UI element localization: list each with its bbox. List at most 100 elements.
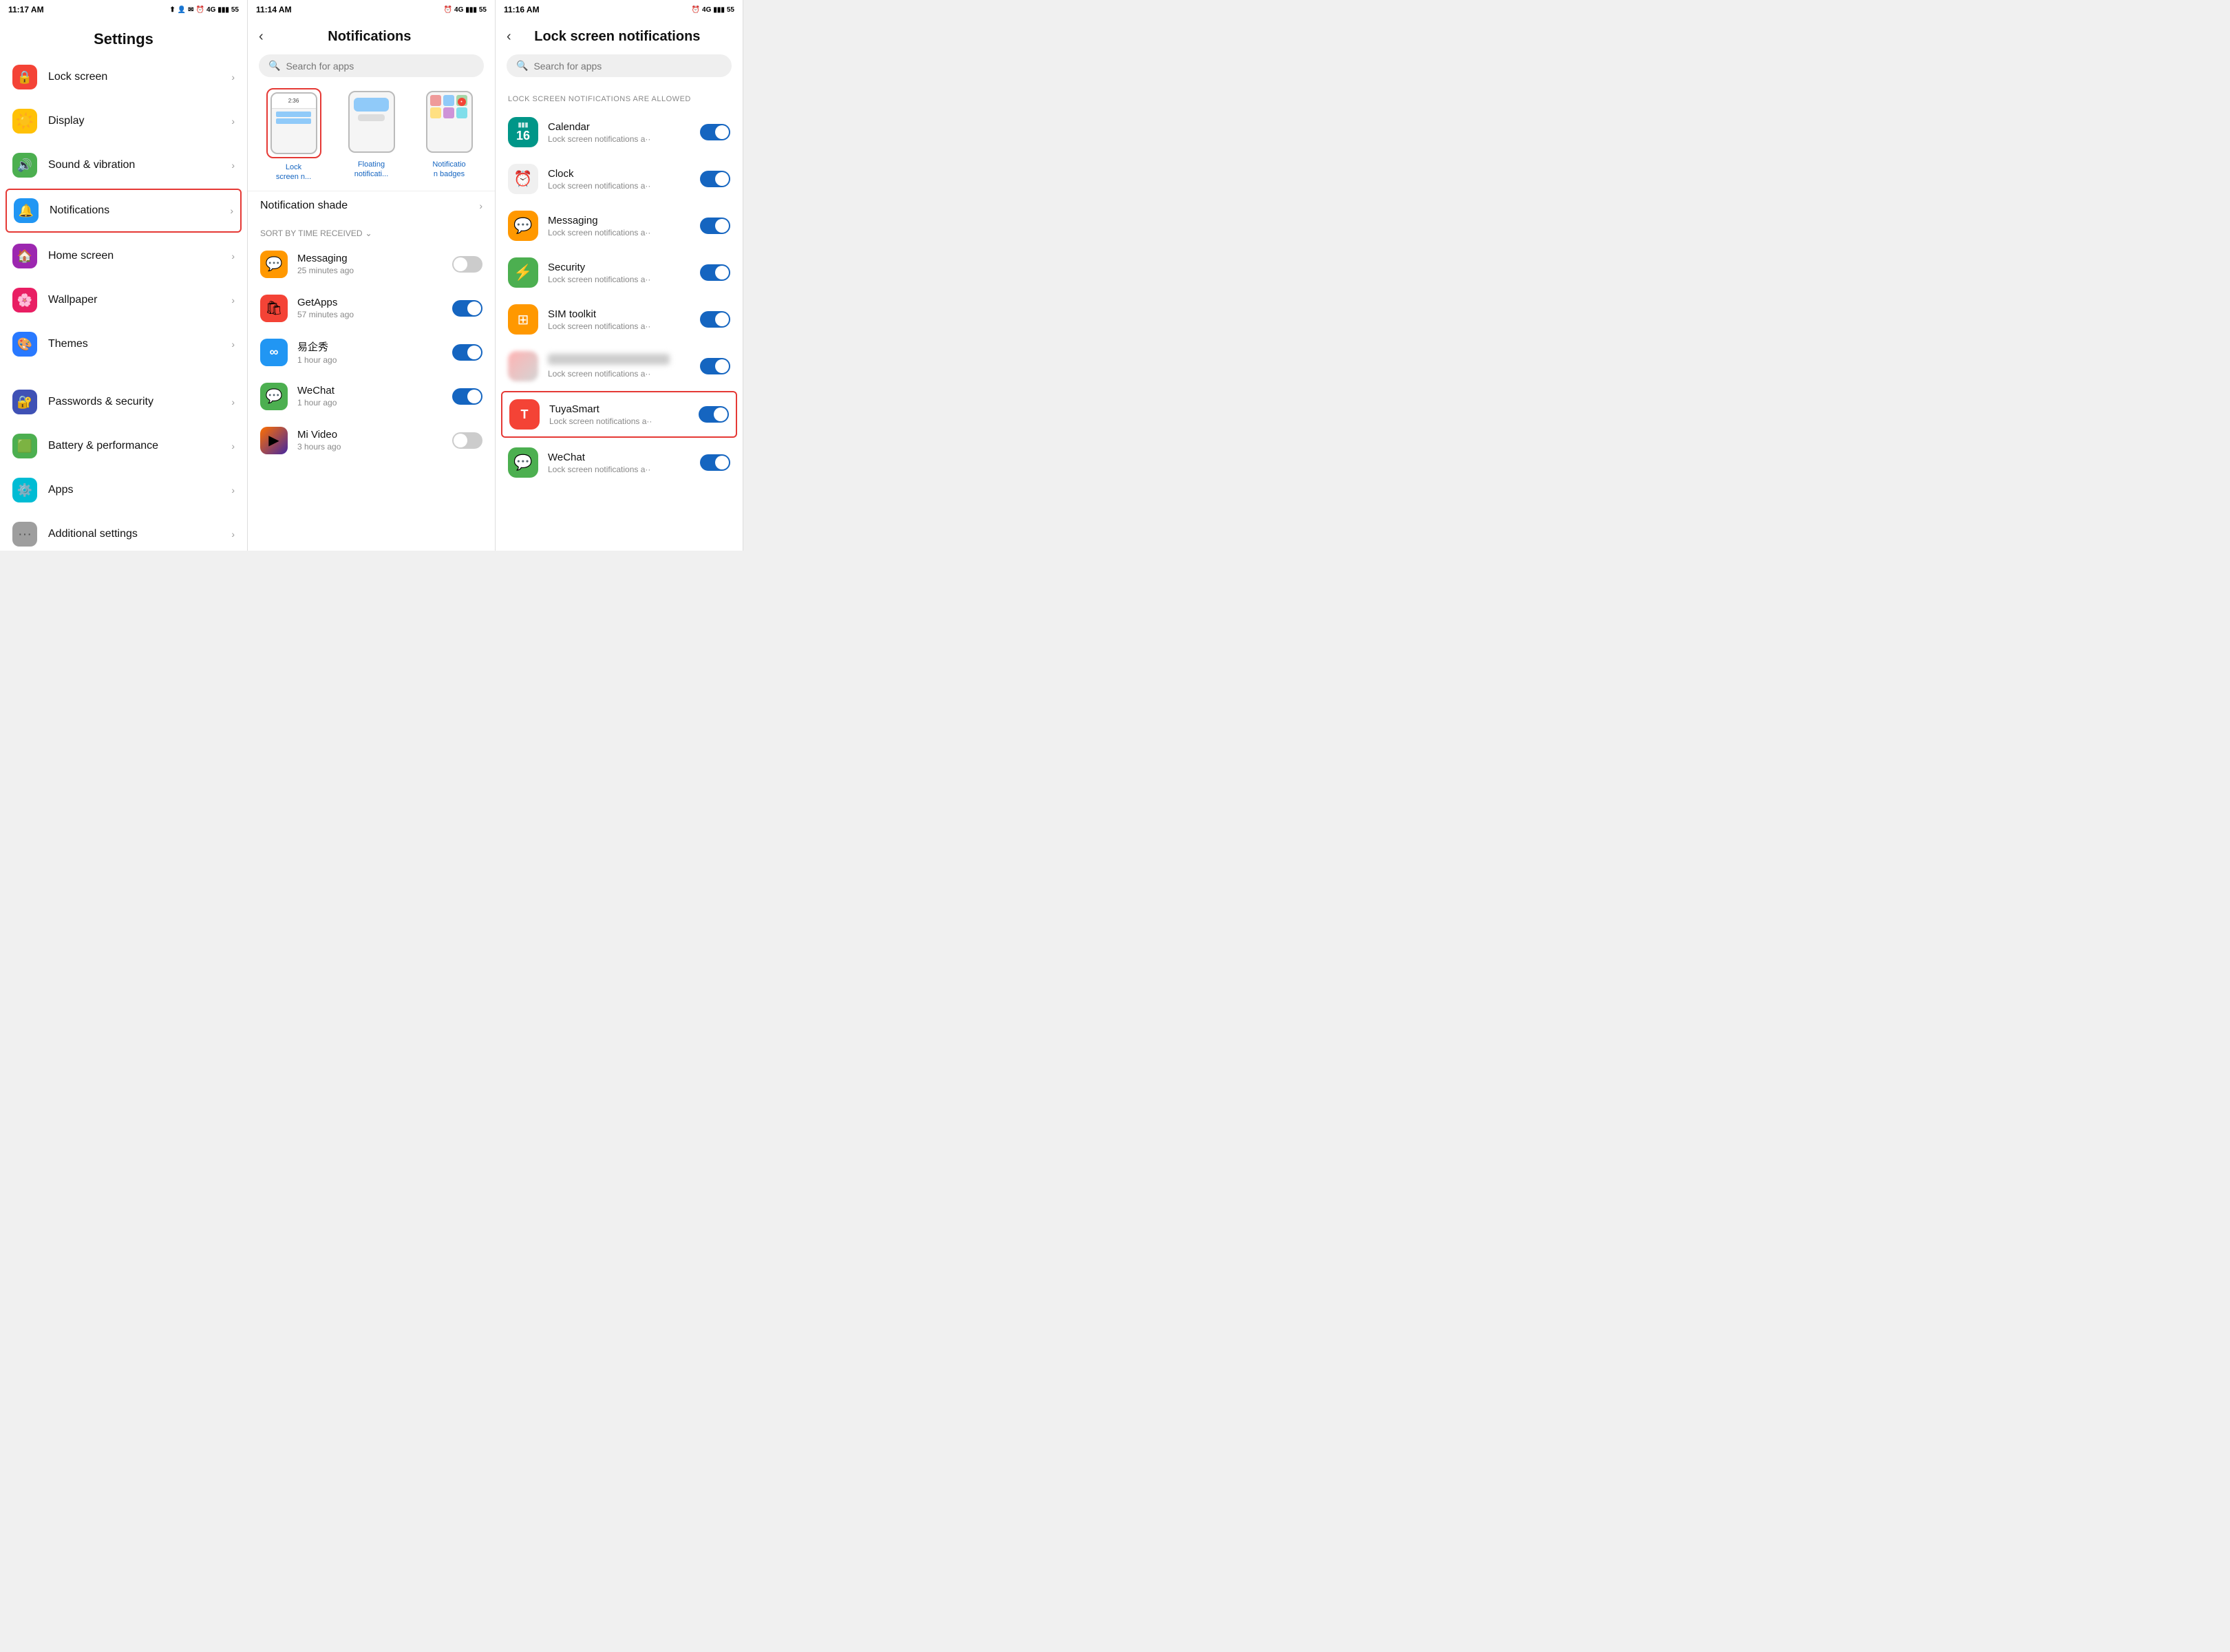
calendar-name: Calendar [548, 121, 700, 133]
notifications-label: Notifications [50, 204, 230, 217]
sidebar-item-notifications[interactable]: 🔔 Notifications › [6, 189, 242, 233]
blurred-sub: Lock screen notifications a·· [548, 369, 700, 379]
messaging-info: Messaging 25 minutes ago [297, 253, 452, 275]
sidebar-item-additional[interactable]: ··· Additional settings › [0, 512, 247, 551]
sidebar-item-lock-screen[interactable]: 🔒 Lock screen › [0, 55, 247, 99]
app-notif-messaging[interactable]: 💬 Messaging 25 minutes ago [248, 242, 495, 286]
wechat-name: WeChat [297, 385, 452, 396]
phone-mockup-wrap-badge: • [423, 88, 476, 156]
chevron-icon: › [231, 339, 235, 350]
search-input-2[interactable] [286, 61, 474, 72]
bars-icon: ▮▮▮ [465, 6, 477, 14]
lock-app-blurred[interactable]: Lock screen notifications a·· [496, 343, 743, 390]
security-sub: Lock screen notifications a·· [548, 275, 700, 284]
battery-label: Battery & performance [48, 440, 231, 452]
wechat-info: WeChat 1 hour ago [297, 385, 452, 407]
apps-icon: ⚙️ [12, 478, 37, 502]
messaging-icon: 💬 [260, 251, 288, 278]
notification-shade-row[interactable]: Notification shade › [248, 191, 495, 220]
notif-type-badges[interactable]: • Notification badges [415, 88, 484, 182]
email-icon: ✉ [188, 6, 193, 14]
security-toggle[interactable] [700, 264, 730, 281]
alarm-icon: ⏰ [692, 6, 700, 14]
tuyasmart-toggle[interactable] [699, 406, 729, 423]
clock-toggle[interactable] [700, 171, 730, 187]
lock-app-messaging[interactable]: 💬 Messaging Lock screen notifications a·… [496, 202, 743, 249]
status-time-2: 11:14 AM [256, 5, 292, 14]
shade-chevron-icon: › [479, 200, 482, 211]
sort-header[interactable]: SORT BY TIME RECEIVED ⌄ [248, 220, 495, 242]
simtoolkit-icon: ⊞ [508, 304, 538, 335]
getapps-toggle[interactable] [452, 300, 482, 317]
sidebar-item-themes[interactable]: 🎨 Themes › [0, 322, 247, 366]
wechat-toggle[interactable] [452, 388, 482, 405]
security-name: Security [548, 262, 700, 273]
battery-icon: 55 [231, 6, 239, 14]
messaging-name: Messaging [297, 253, 452, 264]
sound-icon: 🔊 [12, 153, 37, 178]
messaging-toggle[interactable] [452, 256, 482, 273]
battery-level: 55 [727, 6, 734, 14]
page-title-settings: Settings [0, 19, 247, 55]
calendar-toggle[interactable] [700, 124, 730, 140]
yiqixiu-toggle[interactable] [452, 344, 482, 361]
app-notif-yiqixiu[interactable]: ∞ 易企秀 1 hour ago [248, 330, 495, 374]
mivideo-toggle[interactable] [452, 432, 482, 449]
lock-app-tuyasmart[interactable]: T TuyaSmart Lock screen notifications a·… [501, 391, 737, 438]
chevron-icon: › [231, 116, 235, 127]
wallpaper-icon: 🌸 [12, 288, 37, 313]
notif-type-floating[interactable]: Floatingnotificati... [337, 88, 406, 182]
lock-app-wechat[interactable]: 💬 WeChat Lock screen notifications a·· [496, 439, 743, 486]
lock-app-clock[interactable]: ⏰ Clock Lock screen notifications a·· [496, 156, 743, 202]
getapps-icon: 🛍 [260, 295, 288, 322]
chevron-icon: › [231, 72, 235, 83]
sidebar-item-battery[interactable]: 🟩 Battery & performance › [0, 424, 247, 468]
sidebar-item-apps[interactable]: ⚙️ Apps › [0, 468, 247, 512]
search-bar-2[interactable]: 🔍 [259, 54, 484, 77]
sidebar-item-wallpaper[interactable]: 🌸 Wallpaper › [0, 278, 247, 322]
chevron-icon: › [230, 205, 233, 216]
blurred-toggle[interactable] [700, 358, 730, 374]
messaging-toggle-3[interactable] [700, 218, 730, 234]
sidebar-item-home-screen[interactable]: 🏠 Home screen › [0, 234, 247, 278]
signal-icon: 4G [206, 6, 215, 14]
blurred-icon [508, 351, 538, 381]
phone-mockup-wrap-lock: 2:36 [266, 88, 321, 158]
apps-label: Apps [48, 484, 231, 496]
lock-app-security[interactable]: ⚡ Security Lock screen notifications a·· [496, 249, 743, 296]
sidebar-item-sound[interactable]: 🔊 Sound & vibration › [0, 143, 247, 187]
notif-type-lock-screen[interactable]: 2:36 Lockscreen n... [259, 88, 328, 182]
mivideo-info: Mi Video 3 hours ago [297, 429, 452, 452]
simtoolkit-toggle[interactable] [700, 311, 730, 328]
calendar-sub: Lock screen notifications a·· [548, 134, 700, 144]
notif-type-label-badge: Notification badges [432, 160, 465, 180]
app-notif-wechat[interactable]: 💬 WeChat 1 hour ago [248, 374, 495, 419]
sidebar-item-passwords[interactable]: 🔐 Passwords & security › [0, 380, 247, 424]
search-input-3[interactable] [533, 61, 722, 72]
messaging-info-3: Messaging Lock screen notifications a·· [548, 215, 700, 237]
passwords-label: Passwords & security [48, 396, 231, 408]
settings-panel: 11:17 AM ⬆ 👤 ✉ ⏰ 4G ▮▮▮ 55 Settings 🔒 Lo… [0, 0, 248, 551]
lock-notifications-header: ‹ Lock screen notifications [496, 19, 743, 52]
pm-grid [427, 92, 471, 121]
tuyasmart-icon: T [509, 399, 540, 430]
status-bar-2: 11:14 AM ⏰ 4G ▮▮▮ 55 [248, 0, 495, 19]
sidebar-item-display[interactable]: ☀️ Display › [0, 99, 247, 143]
themes-label: Themes [48, 338, 231, 350]
lock-app-calendar[interactable]: ▮▮▮ 16 Calendar Lock screen notification… [496, 109, 743, 156]
themes-icon: 🎨 [12, 332, 37, 357]
lock-notifications-title: Lock screen notifications [517, 29, 718, 45]
additional-icon: ··· [12, 522, 37, 547]
pm-badge: • [458, 98, 466, 106]
signal-icon: 4G [454, 6, 463, 14]
app-notif-getapps[interactable]: 🛍 GetApps 57 minutes ago [248, 286, 495, 330]
search-bar-3[interactable]: 🔍 [507, 54, 732, 77]
back-button-3[interactable]: ‹ [507, 29, 511, 45]
app-notif-mivideo[interactable]: ▶ Mi Video 3 hours ago [248, 419, 495, 463]
status-icons-1: ⬆ 👤 ✉ ⏰ 4G ▮▮▮ 55 [169, 6, 239, 14]
back-button[interactable]: ‹ [259, 29, 264, 45]
lock-app-simtoolkit[interactable]: ⊞ SIM toolkit Lock screen notifications … [496, 296, 743, 343]
notifications-title: Notifications [269, 29, 470, 45]
phone-mockup-float [348, 91, 395, 153]
wechat-toggle-3[interactable] [700, 454, 730, 471]
